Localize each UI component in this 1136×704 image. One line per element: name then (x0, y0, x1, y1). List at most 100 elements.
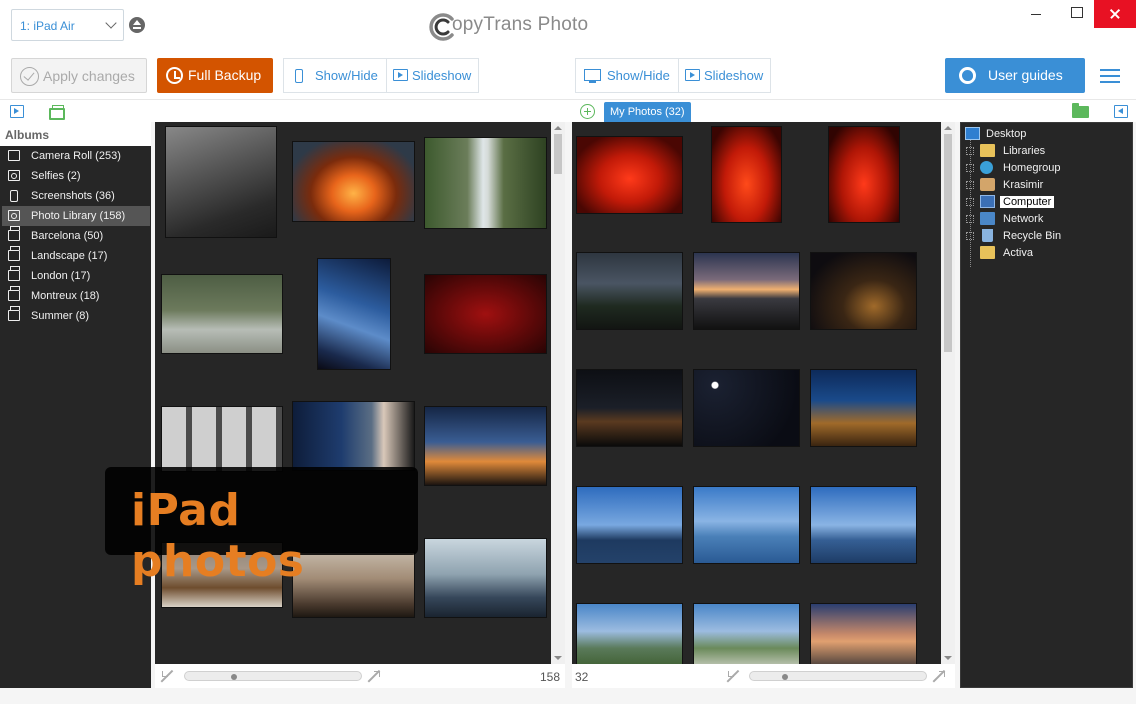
zoom-out-icon[interactable] (726, 669, 740, 683)
tree-item-libraries[interactable]: Libraries (966, 143, 1126, 160)
photo-thumbnail[interactable] (576, 369, 683, 447)
scrollbar-thumb[interactable] (944, 134, 952, 352)
pc-vertical-scrollbar[interactable] (941, 122, 955, 664)
minimize-button[interactable] (1016, 0, 1056, 28)
tree-item-label: Computer (1000, 196, 1055, 208)
ipad-show-hide-label: Show/Hide (315, 68, 378, 83)
folder-icon[interactable] (1072, 103, 1089, 118)
photo-thumbnail[interactable] (711, 126, 782, 223)
photo-thumbnail[interactable] (165, 126, 277, 238)
album-item-landscape[interactable]: Landscape (17) (2, 246, 150, 266)
photo-thumbnail[interactable] (810, 369, 917, 447)
album-item-photo-library[interactable]: Photo Library (158) (2, 206, 150, 226)
tree-item-network[interactable]: Network (966, 211, 1126, 228)
device-select[interactable]: 1: iPad Air (11, 9, 124, 41)
ipad-show-hide-button[interactable]: Show/Hide (284, 59, 386, 92)
ipad-slideshow-button[interactable]: Slideshow (386, 59, 478, 92)
zoom-in-icon[interactable] (932, 669, 946, 683)
photo-thumbnail[interactable] (424, 274, 547, 354)
pc-photo-count: 32 (575, 670, 589, 684)
photo-thumbnail[interactable] (424, 406, 547, 486)
photo-thumbnail[interactable] (693, 252, 800, 330)
tree-item-krasimir[interactable]: Krasimir (966, 177, 1126, 194)
photo-thumbnail[interactable] (576, 252, 683, 330)
tab-my-photos[interactable]: My Photos (32) (604, 102, 691, 122)
collapse-panel-icon[interactable] (1114, 105, 1128, 118)
photo-thumbnail[interactable] (424, 137, 547, 229)
eject-icon[interactable] (129, 17, 145, 33)
album-item-summer[interactable]: Summer (8) (2, 306, 150, 326)
album-item-montreux[interactable]: Montreux (18) (2, 286, 150, 306)
album-item-screenshots[interactable]: Screenshots (36) (2, 186, 150, 206)
add-album-icon[interactable] (580, 104, 595, 119)
album-item-barcelona[interactable]: Barcelona (50) (2, 226, 150, 246)
pc-view-controls: Show/Hide Slideshow (575, 58, 771, 93)
expand-icon[interactable] (966, 198, 974, 206)
title-bar: 1: iPad Air opyTrans Photo (0, 0, 1136, 52)
check-circle-icon (20, 67, 39, 86)
ipad-zoom-slider[interactable] (184, 671, 362, 681)
tree-item-desktop[interactable]: Desktop (964, 126, 1124, 143)
full-backup-label: Full Backup (188, 67, 262, 83)
expand-icon[interactable] (966, 147, 974, 155)
apply-changes-button[interactable]: Apply changes (11, 58, 147, 93)
new-album-icon[interactable] (49, 105, 65, 120)
album-item-label: Camera Roll (253) (31, 150, 121, 162)
pc-zoom-slider[interactable] (749, 671, 927, 681)
user-folder-icon (980, 178, 995, 191)
full-backup-button[interactable]: Full Backup (157, 58, 273, 93)
pane-header-row: My Photos (32) (0, 99, 1136, 122)
camera-icon (8, 170, 20, 181)
photo-thumbnail[interactable] (693, 486, 800, 564)
album-item-selfies[interactable]: Selfies (2) (2, 166, 150, 186)
tree-item-activa[interactable]: Activa (966, 245, 1126, 262)
album-item-camera-roll[interactable]: Camera Roll (253) (2, 146, 150, 166)
photo-thumbnail[interactable] (576, 603, 683, 664)
maximize-button[interactable] (1056, 0, 1096, 28)
photo-thumbnail[interactable] (161, 406, 283, 472)
zoom-slider-knob[interactable] (231, 674, 237, 680)
pc-show-hide-button[interactable]: Show/Hide (576, 59, 678, 92)
close-button[interactable] (1094, 0, 1136, 28)
pc-slideshow-label: Slideshow (704, 68, 764, 83)
tree-item-label: Activa (1003, 247, 1033, 259)
slideshow-icon (393, 69, 408, 81)
photo-thumbnail[interactable] (693, 369, 800, 447)
photo-thumbnail[interactable] (292, 141, 415, 222)
zoom-in-icon[interactable] (367, 669, 381, 683)
hamburger-menu-icon[interactable] (1100, 69, 1120, 84)
album-item-label: London (17) (31, 270, 91, 282)
photo-thumbnail[interactable] (810, 486, 917, 564)
folder-icon (980, 246, 995, 259)
expand-icon[interactable] (966, 164, 974, 172)
photo-thumbnail[interactable] (576, 136, 683, 214)
photo-thumbnail[interactable] (317, 258, 391, 370)
photo-thumbnail[interactable] (161, 274, 283, 354)
expand-icon[interactable] (966, 215, 974, 223)
photo-thumbnail[interactable] (576, 486, 683, 564)
albums-header: Albums (0, 122, 151, 146)
phone-icon (295, 69, 303, 83)
photo-thumbnail[interactable] (292, 401, 415, 471)
photo-thumbnail[interactable] (828, 126, 900, 223)
expand-icon[interactable] (966, 232, 974, 240)
ipad-status-bar: 158 (155, 664, 565, 688)
recycle-bin-icon (982, 229, 993, 242)
play-slideshow-icon[interactable] (10, 105, 24, 118)
photo-thumbnail[interactable] (810, 603, 917, 664)
tree-item-homegroup[interactable]: Homegroup (966, 160, 1126, 177)
ipad-vertical-scrollbar[interactable] (551, 122, 565, 664)
zoom-out-icon[interactable] (160, 669, 174, 683)
photo-thumbnail[interactable] (693, 603, 800, 664)
pc-slideshow-button[interactable]: Slideshow (678, 59, 770, 92)
tree-item-computer[interactable]: Computer (966, 194, 1126, 211)
tree-item-recycle-bin[interactable]: Recycle Bin (966, 228, 1126, 245)
photo-thumbnail[interactable] (810, 252, 917, 330)
user-guides-button[interactable]: User guides (945, 58, 1085, 93)
zoom-slider-knob[interactable] (782, 674, 788, 680)
expand-icon[interactable] (966, 181, 974, 189)
scrollbar-thumb[interactable] (554, 134, 562, 174)
album-item-london[interactable]: London (17) (2, 266, 150, 286)
photo-thumbnail[interactable] (424, 538, 547, 618)
tree-item-label: Libraries (1003, 145, 1046, 157)
